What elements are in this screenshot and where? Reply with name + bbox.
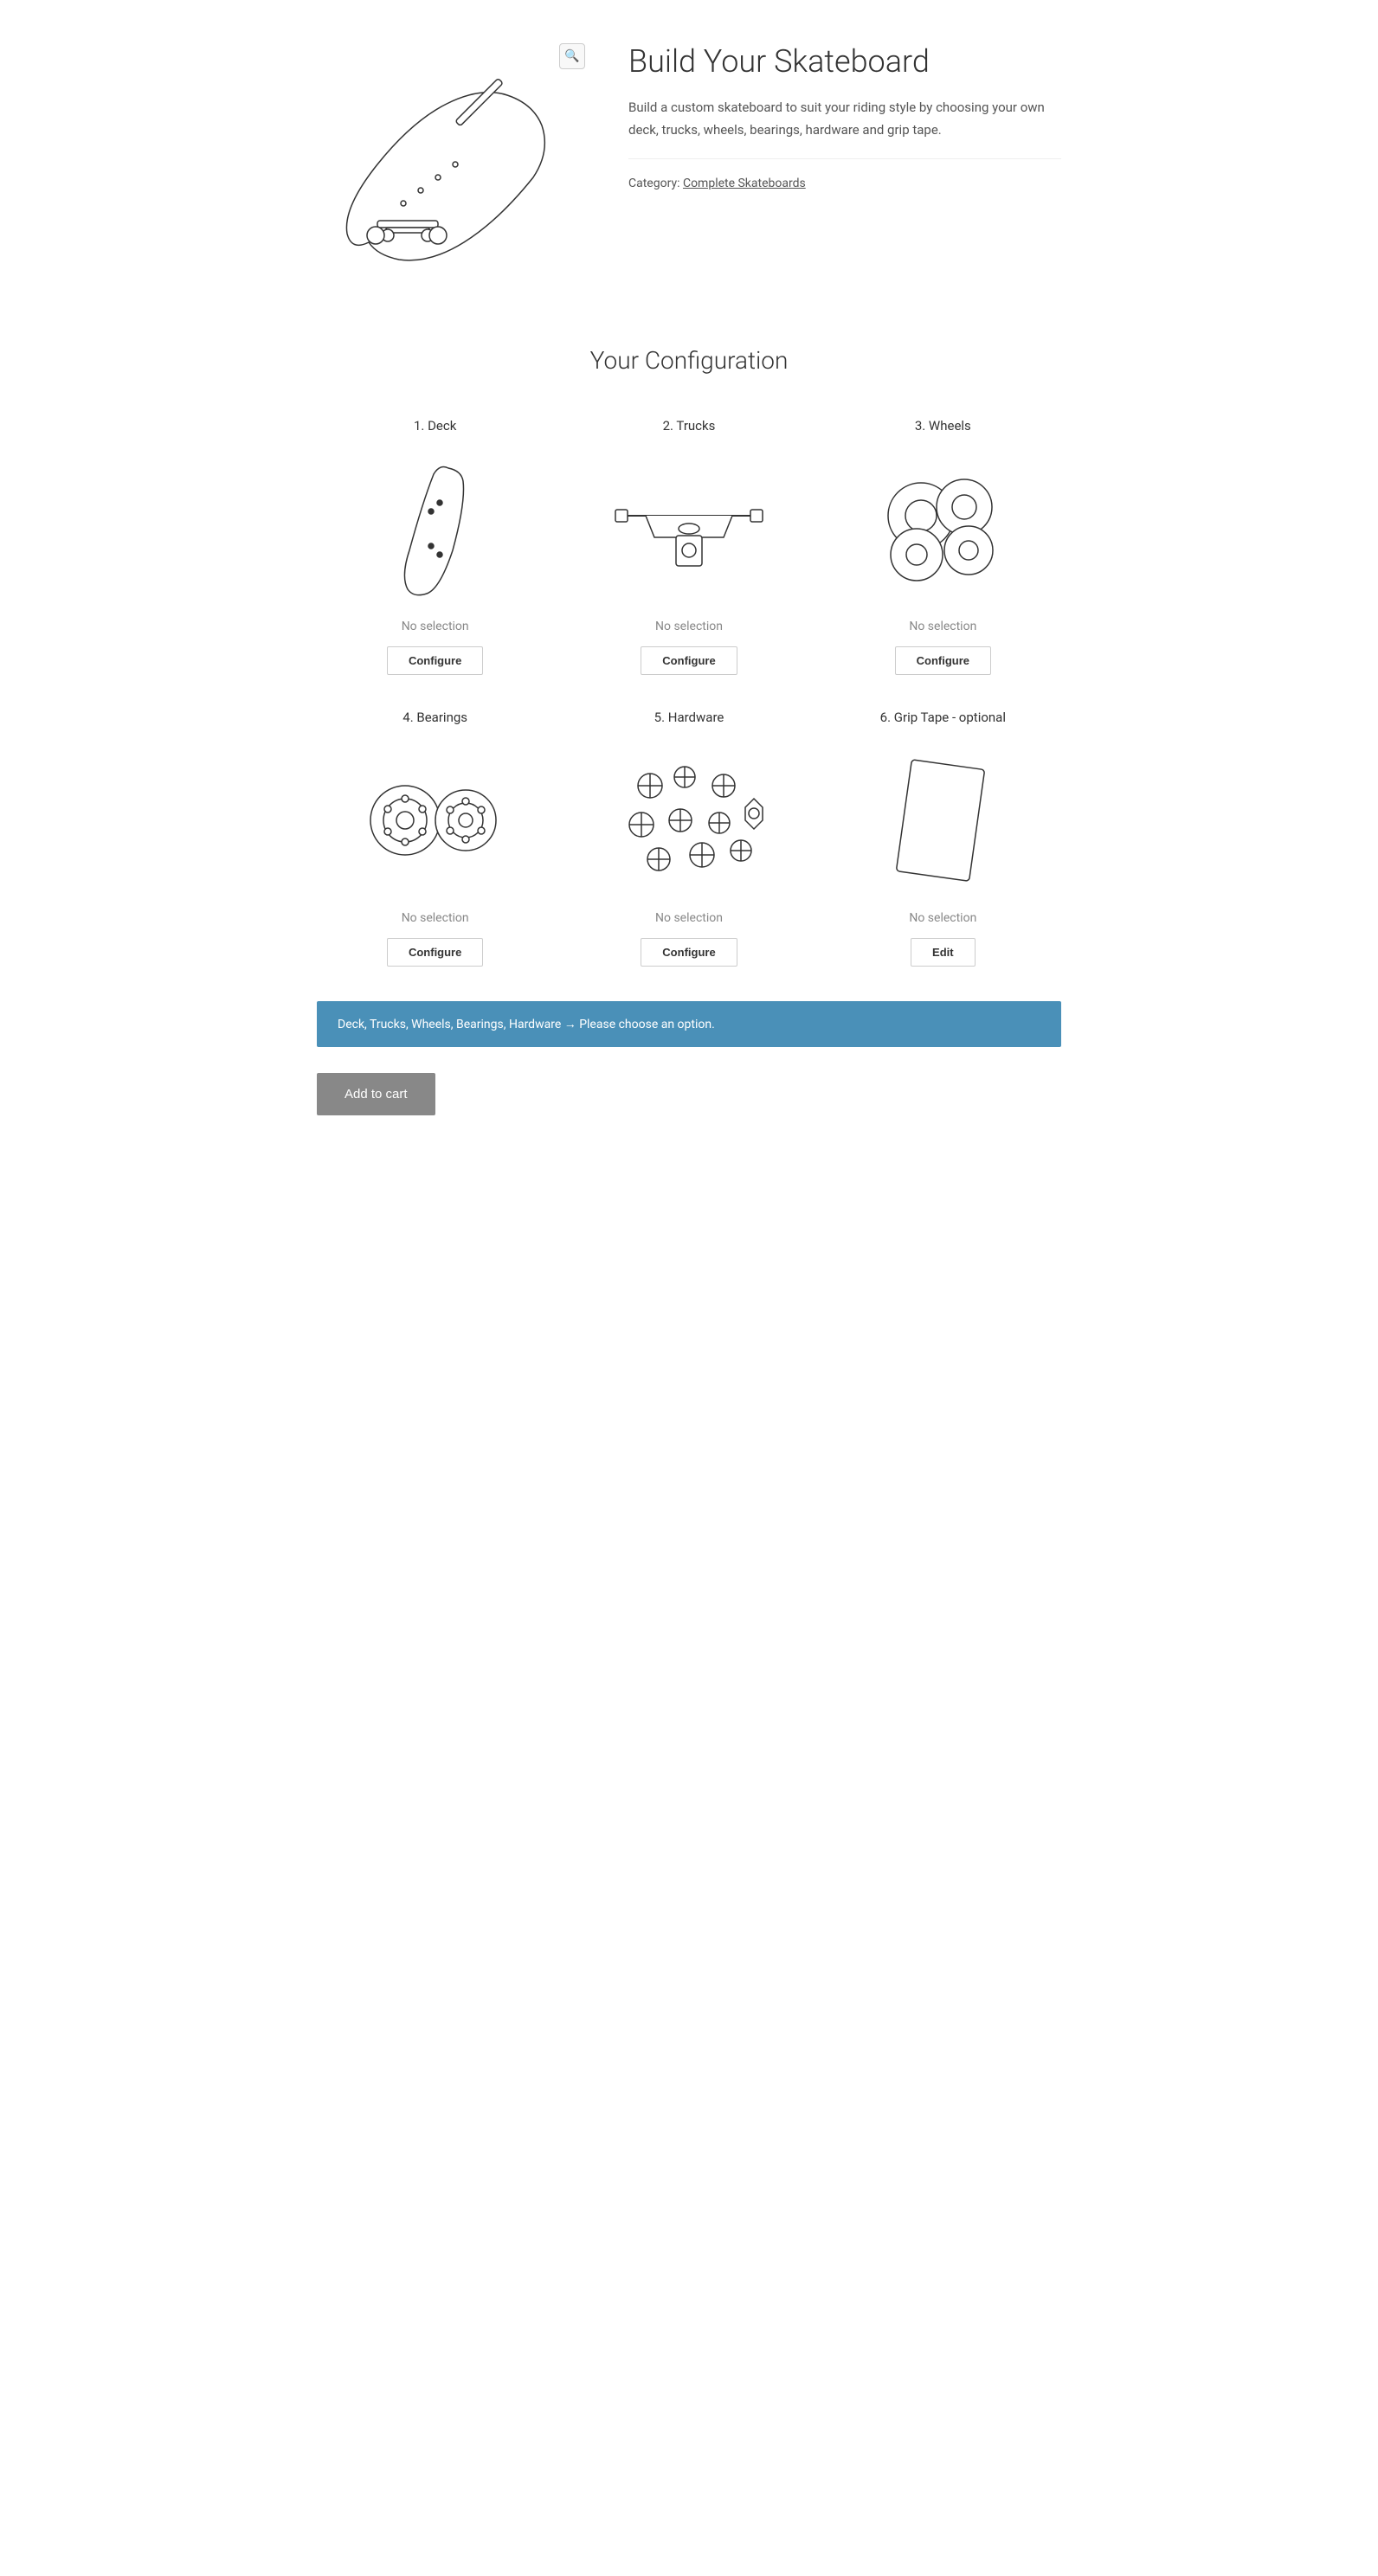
configure-button-bearings[interactable]: Configure xyxy=(387,938,483,967)
category-link[interactable]: Complete Skateboards xyxy=(683,177,806,190)
no-selection-bearings: No selection xyxy=(402,911,469,925)
product-category: Category: Complete Skateboards xyxy=(628,177,1061,190)
product-main-image xyxy=(317,35,576,294)
config-label-deck: 1. Deck xyxy=(414,418,456,434)
alert-message: Deck, Trucks, Wheels, Bearings, Hardware… xyxy=(338,1018,715,1031)
configure-button-trucks[interactable]: Configure xyxy=(641,646,737,675)
config-label-trucks: 2. Trucks xyxy=(663,418,716,434)
config-label-bearings: 4. Bearings xyxy=(402,710,467,725)
config-item-hardware: 5. Hardware xyxy=(570,710,807,967)
no-selection-hardware: No selection xyxy=(655,911,723,925)
config-label-wheels: 3. Wheels xyxy=(915,418,971,434)
configure-button-wheels[interactable]: Configure xyxy=(895,646,991,675)
config-item-wheels: 3. Wheels No selection Configure xyxy=(825,418,1061,675)
product-info: Build Your Skateboard Build a custom ska… xyxy=(628,35,1061,190)
no-selection-grip-tape: No selection xyxy=(909,911,976,925)
no-selection-wheels: No selection xyxy=(909,620,976,633)
config-label-hardware: 5. Hardware xyxy=(654,710,724,725)
configuration-section: Your Configuration 1. Deck No selection … xyxy=(317,346,1061,967)
configure-button-hardware[interactable]: Configure xyxy=(641,938,737,967)
product-image-wrapper: 🔍 xyxy=(317,35,594,294)
configure-button-deck[interactable]: Configure xyxy=(387,646,483,675)
config-item-grip-tape: 6. Grip Tape - optional No selection Edi… xyxy=(825,710,1061,967)
config-image-deck xyxy=(357,451,513,607)
product-description: Build a custom skateboard to suit your r… xyxy=(628,97,1061,159)
configuration-title: Your Configuration xyxy=(317,346,1061,375)
config-grid: 1. Deck No selection Configure 2. Trucks xyxy=(317,418,1061,967)
product-header: 🔍 xyxy=(317,35,1061,294)
config-item-trucks: 2. Trucks No selection xyxy=(570,418,807,675)
config-item-bearings: 4. Bearings xyxy=(317,710,553,967)
no-selection-deck: No selection xyxy=(402,620,469,633)
config-image-bearings xyxy=(357,742,513,898)
config-image-hardware xyxy=(611,742,767,898)
config-image-wheels xyxy=(865,451,1021,607)
edit-button-grip-tape[interactable]: Edit xyxy=(911,938,976,967)
config-image-grip-tape xyxy=(865,742,1021,898)
product-title: Build Your Skateboard xyxy=(628,43,1061,80)
zoom-icon[interactable]: 🔍 xyxy=(559,43,585,69)
no-selection-trucks: No selection xyxy=(655,620,723,633)
config-label-grip-tape: 6. Grip Tape - optional xyxy=(880,710,1006,725)
config-item-deck: 1. Deck No selection Configure xyxy=(317,418,553,675)
add-to-cart-button[interactable]: Add to cart xyxy=(317,1073,435,1115)
config-image-trucks xyxy=(611,451,767,607)
alert-bar: Deck, Trucks, Wheels, Bearings, Hardware… xyxy=(317,1001,1061,1047)
